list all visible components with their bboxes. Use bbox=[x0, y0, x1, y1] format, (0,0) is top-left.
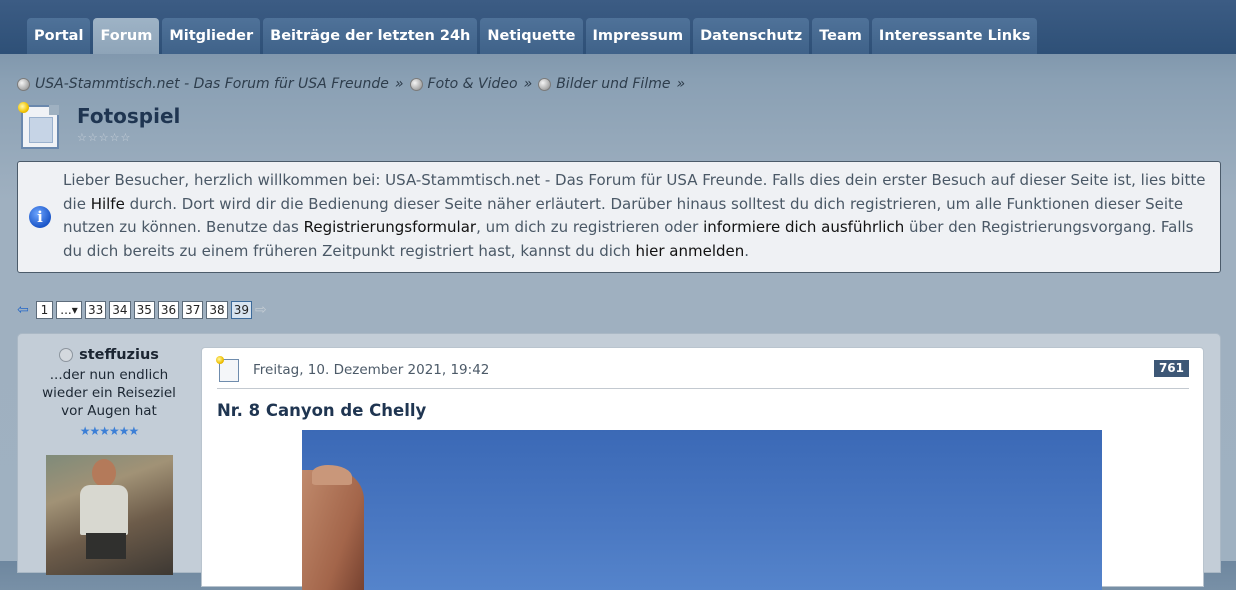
tab-beitraege-24h[interactable]: Beiträge der letzten 24h bbox=[263, 18, 478, 54]
post-icon bbox=[216, 356, 239, 382]
page-link[interactable]: 36 bbox=[157, 301, 180, 319]
tab-portal[interactable]: Portal bbox=[27, 18, 91, 54]
bullet-icon bbox=[538, 77, 552, 91]
page-link[interactable]: 35 bbox=[133, 301, 155, 319]
offline-status-icon bbox=[59, 348, 74, 362]
rank-stars-icon: ★★★★★★ bbox=[79, 424, 140, 438]
thread-icon bbox=[18, 102, 59, 149]
next-page-arrow-icon: ⇨ bbox=[254, 302, 267, 318]
bullet-icon bbox=[409, 77, 423, 91]
post-subject: Nr. 8 Canyon de Chelly bbox=[217, 401, 427, 420]
tab-mitglieder[interactable]: Mitglieder bbox=[162, 18, 261, 54]
welcome-text: Lieber Besucher, herzlich willkommen bei… bbox=[63, 171, 1206, 260]
info-icon: i bbox=[29, 206, 51, 228]
tab-forum[interactable]: Forum bbox=[93, 18, 160, 54]
tab-impressum[interactable]: Impressum bbox=[585, 18, 691, 54]
breadcrumb-separator: » bbox=[676, 76, 686, 92]
tab-netiquette[interactable]: Netiquette bbox=[480, 18, 583, 54]
help-link[interactable]: Hilfe bbox=[91, 195, 125, 213]
tab-datenschutz[interactable]: Datenschutz bbox=[693, 18, 810, 54]
page-link[interactable]: 34 bbox=[109, 301, 131, 319]
post-author-sidebar: steffuzius ...der nun endlich wieder ein… bbox=[18, 334, 200, 575]
post-photo-canyon[interactable] bbox=[302, 430, 1102, 590]
welcome-infobox: i Lieber Besucher, herzlich willkommen b… bbox=[17, 161, 1221, 273]
page-jump-dropdown[interactable]: ...▾ bbox=[56, 301, 82, 319]
page-link[interactable]: 33 bbox=[85, 301, 107, 319]
page-link-current: 39 bbox=[230, 301, 252, 319]
post: steffuzius ...der nun endlich wieder ein… bbox=[17, 333, 1221, 590]
registration-info-link[interactable]: informiere dich ausführlich bbox=[703, 218, 904, 236]
page-title: Fotospiel bbox=[77, 104, 181, 128]
page-link[interactable]: 37 bbox=[182, 301, 204, 319]
breadcrumb-label: Foto & Video bbox=[427, 76, 518, 92]
page-link[interactable]: 38 bbox=[206, 301, 228, 319]
thread-rating[interactable]: ☆☆☆☆☆ bbox=[77, 131, 131, 144]
bullet-icon bbox=[17, 77, 30, 91]
registration-form-link[interactable]: Registrierungsformular bbox=[304, 218, 476, 236]
author-name[interactable]: steffuzius bbox=[18, 347, 200, 363]
nav-tabs: Portal Forum Mitglieder Beiträge der let… bbox=[27, 18, 1038, 54]
breadcrumb-separator: » bbox=[523, 76, 533, 92]
tab-interessante-links[interactable]: Interessante Links bbox=[871, 18, 1038, 54]
tab-team[interactable]: Team bbox=[812, 18, 869, 54]
breadcrumb-item-bilder-filme[interactable]: Bilder und Filme bbox=[538, 76, 670, 92]
new-posts-dot-icon bbox=[18, 102, 29, 113]
breadcrumb-separator: » bbox=[394, 76, 404, 92]
previous-page-arrow-icon[interactable]: ⇦ bbox=[17, 303, 33, 317]
new-post-dot-icon bbox=[216, 356, 224, 364]
avatar[interactable] bbox=[46, 455, 173, 575]
page-link-first[interactable]: 1 bbox=[36, 301, 53, 319]
pagination: ⇦ 1 ...▾ 33 34 35 36 37 38 39 ⇨ bbox=[17, 301, 271, 319]
top-navigation-bar: Portal Forum Mitglieder Beiträge der let… bbox=[0, 0, 1236, 54]
author-user-title: ...der nun endlich wieder ein Reiseziel … bbox=[42, 367, 176, 419]
login-link[interactable]: hier anmelden bbox=[635, 242, 744, 260]
breadcrumb-item-foto-video[interactable]: Foto & Video bbox=[409, 76, 518, 92]
post-message: Freitag, 10. Dezember 2021, 19:42 761 Nr… bbox=[201, 347, 1204, 590]
divider bbox=[217, 388, 1189, 389]
breadcrumb: USA-Stammtisch.net - Das Forum für USA F… bbox=[17, 76, 691, 92]
breadcrumb-label: USA-Stammtisch.net - Das Forum für USA F… bbox=[35, 76, 389, 92]
breadcrumb-item-forum-home[interactable]: USA-Stammtisch.net - Das Forum für USA F… bbox=[17, 76, 389, 92]
post-number-badge[interactable]: 761 bbox=[1153, 360, 1189, 377]
breadcrumb-label: Bilder und Filme bbox=[556, 76, 671, 92]
post-date: Freitag, 10. Dezember 2021, 19:42 bbox=[253, 362, 490, 378]
